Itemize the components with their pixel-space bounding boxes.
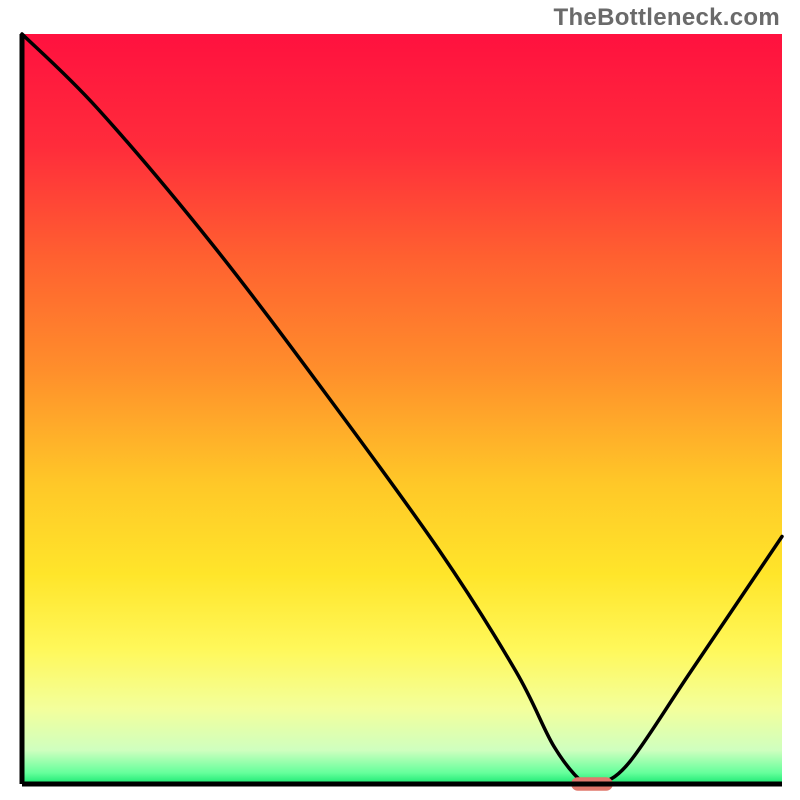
- bottleneck-chart: [0, 0, 800, 800]
- plot-background: [22, 34, 782, 784]
- chart-container: TheBottleneck.com: [0, 0, 800, 800]
